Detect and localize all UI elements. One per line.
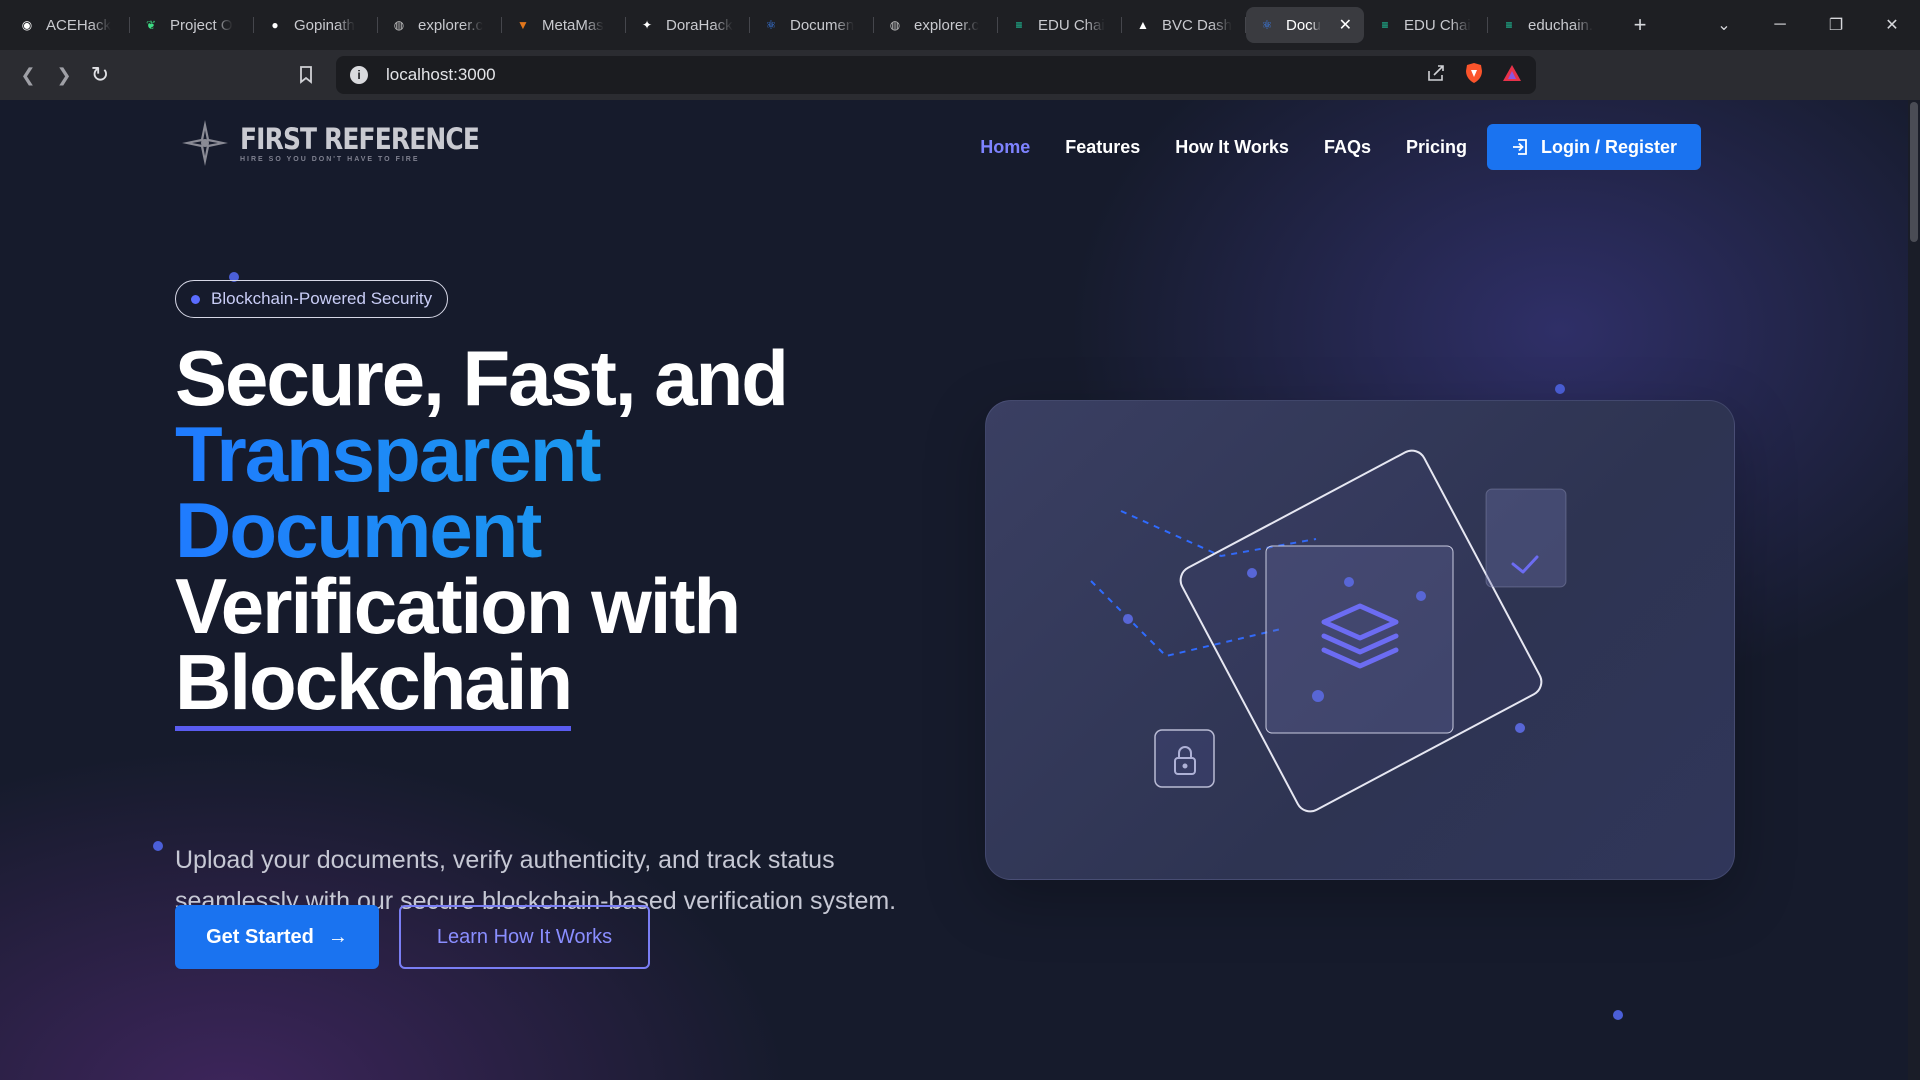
hero-title-underlined: Blockchain bbox=[175, 638, 573, 731]
close-tab-icon[interactable]: ✕ bbox=[1339, 15, 1352, 35]
back-icon[interactable]: ❮ bbox=[10, 57, 46, 93]
arrow-right-icon: → bbox=[327, 925, 348, 948]
tab-label: Project O bbox=[170, 16, 233, 34]
bookmark-icon[interactable] bbox=[288, 57, 324, 93]
metamask-icon: ▼ bbox=[517, 18, 529, 32]
browser-tab[interactable]: ◍ explorer.c bbox=[874, 7, 998, 43]
leaf-icon: ❦ bbox=[145, 18, 157, 32]
brave-shield-icon[interactable] bbox=[1464, 62, 1484, 89]
triangle-icon: ▲ bbox=[1137, 18, 1149, 32]
tab-label: Docu bbox=[1286, 16, 1322, 34]
main-menu: Home Features How It Works FAQs Pricing … bbox=[945, 124, 1701, 170]
tab-label: Gopinath bbox=[294, 16, 355, 34]
browser-tab[interactable]: ≡ educhain. bbox=[1488, 7, 1612, 43]
site-navbar: FIRST REFERENCE HIRE SO YOU DON'T HAVE T… bbox=[0, 100, 1908, 190]
github-icon: ● bbox=[271, 18, 279, 32]
nav-how-it-works[interactable]: How It Works bbox=[1175, 137, 1289, 158]
hero-title: Secure, Fast, and Transparent Document V… bbox=[175, 334, 789, 731]
hero-title-line: Secure, Fast, and bbox=[175, 334, 789, 422]
nav-features[interactable]: Features bbox=[1065, 137, 1140, 158]
get-started-label: Get Started bbox=[206, 925, 314, 948]
dorahacks-icon: ✦ bbox=[641, 18, 653, 32]
browser-tab[interactable]: ▲ BVC Dash bbox=[1122, 7, 1246, 43]
browser-tab[interactable]: ❦ Project O bbox=[130, 7, 254, 43]
tab-label: explorer.c bbox=[914, 16, 980, 34]
browser-tab[interactable]: ✦ DoraHack bbox=[626, 7, 750, 43]
tab-strip: ◉ ACEHack ❦ Project O ● Gopinath ◍ explorer.… bbox=[0, 0, 1612, 50]
address-bar[interactable]: i localhost:3000 bbox=[336, 56, 1536, 94]
tab-label: EDU Chai bbox=[1404, 16, 1471, 34]
new-tab-icon[interactable]: + bbox=[1626, 12, 1654, 38]
browser-tab-active[interactable]: ⚛ Docu ✕ bbox=[1246, 7, 1364, 43]
brave-rewards-icon[interactable] bbox=[1502, 64, 1522, 87]
decor-dot bbox=[153, 841, 163, 851]
browser-tab[interactable]: ≡ EDU Chai bbox=[1364, 7, 1488, 43]
forward-icon[interactable]: ❯ bbox=[46, 57, 82, 93]
url-text[interactable]: localhost:3000 bbox=[386, 65, 496, 85]
blockchain-illustration bbox=[1090, 449, 1567, 813]
edu-chain-icon: ≡ bbox=[1381, 18, 1389, 32]
tab-label: explorer.c bbox=[418, 16, 484, 34]
browser-tab[interactable]: ▼ MetaMas bbox=[502, 7, 626, 43]
hero-title-highlight: Transparent bbox=[175, 415, 787, 493]
learn-how-label: Learn How It Works bbox=[436, 925, 613, 948]
react-icon: ⚛ bbox=[1261, 18, 1273, 32]
badge-dot bbox=[191, 294, 200, 304]
restore-icon[interactable]: ❐ bbox=[1808, 15, 1864, 35]
tab-label: educhain. bbox=[1528, 16, 1594, 34]
nav-pricing[interactable]: Pricing bbox=[1406, 137, 1467, 158]
page-scrollbar[interactable] bbox=[1908, 100, 1920, 1080]
globe-icon: ◍ bbox=[393, 18, 405, 32]
browser-tab[interactable]: ◉ ACEHack bbox=[6, 7, 130, 43]
minimize-icon[interactable]: ─ bbox=[1752, 16, 1808, 34]
login-register-button[interactable]: Login / Register bbox=[1486, 124, 1701, 170]
get-started-button[interactable]: Get Started → bbox=[175, 905, 379, 969]
site-logo[interactable]: FIRST REFERENCE HIRE SO YOU DON'T HAVE T… bbox=[180, 118, 518, 168]
close-window-icon[interactable]: ✕ bbox=[1864, 15, 1920, 35]
nav-home[interactable]: Home bbox=[980, 137, 1030, 158]
login-icon bbox=[1512, 139, 1527, 155]
site-info-icon[interactable]: i bbox=[350, 66, 368, 84]
browser-tab[interactable]: ⚛ Documen bbox=[750, 7, 874, 43]
tab-label: ACEHack bbox=[46, 16, 112, 34]
badge-label: Blockchain-Powered Security bbox=[211, 289, 433, 308]
share-icon[interactable] bbox=[1426, 64, 1446, 87]
edu-chain-icon: ≡ bbox=[1505, 18, 1513, 32]
logo-title: FIRST REFERENCE bbox=[240, 121, 480, 156]
nav-faqs[interactable]: FAQs bbox=[1324, 137, 1371, 158]
tab-label: MetaMas bbox=[542, 16, 604, 34]
logo-tagline: HIRE SO YOU DON'T HAVE TO FIRE bbox=[240, 155, 420, 163]
hero-illustration-card bbox=[985, 400, 1735, 880]
edu-icon: ≡ bbox=[1015, 18, 1023, 32]
learn-how-it-works-button[interactable]: Learn How It Works bbox=[399, 905, 650, 969]
browser-tab[interactable]: ● Gopinath bbox=[254, 7, 378, 43]
decor-dot bbox=[1613, 1010, 1623, 1020]
page-viewport: FIRST REFERENCE HIRE SO YOU DON'T HAVE T… bbox=[0, 100, 1920, 1080]
browser-tab[interactable]: ≡ EDU Chai bbox=[998, 7, 1122, 43]
window-controls: ⌄ ─ ❐ ✕ bbox=[1696, 0, 1920, 50]
browser-tab[interactable]: ◍ explorer.c bbox=[378, 7, 502, 43]
scrollbar-thumb[interactable] bbox=[1910, 102, 1918, 242]
tab-label: DoraHack bbox=[666, 16, 733, 34]
globe-icon: ◍ bbox=[889, 18, 901, 32]
tab-label: BVC Dash bbox=[1162, 16, 1233, 34]
tab-label: EDU Chai bbox=[1038, 16, 1105, 34]
hero-title-line: Verification with bbox=[175, 562, 741, 650]
browser-toolbar: ❮ ❯ ↻ i localhost:3000 ⧉ ⤓ ▥ ▭ ✧ ⛉ ☰ bbox=[0, 50, 1920, 134]
reload-icon[interactable]: ↻ bbox=[82, 57, 118, 93]
hero-badge: Blockchain-Powered Security bbox=[175, 280, 449, 318]
logo-star-icon bbox=[182, 120, 228, 166]
browser-tab-bar: ◉ ACEHack ❦ Project O ● Gopinath ◍ explorer.… bbox=[0, 0, 1920, 50]
github-circle-icon: ◉ bbox=[21, 18, 33, 32]
hero-title-highlight: Document bbox=[175, 491, 787, 569]
decor-dot bbox=[1555, 384, 1565, 394]
react-icon: ⚛ bbox=[765, 18, 777, 32]
login-label: Login / Register bbox=[1540, 136, 1677, 157]
tab-label: Documen bbox=[790, 16, 855, 34]
tab-list-chevron-icon[interactable]: ⌄ bbox=[1696, 15, 1752, 35]
